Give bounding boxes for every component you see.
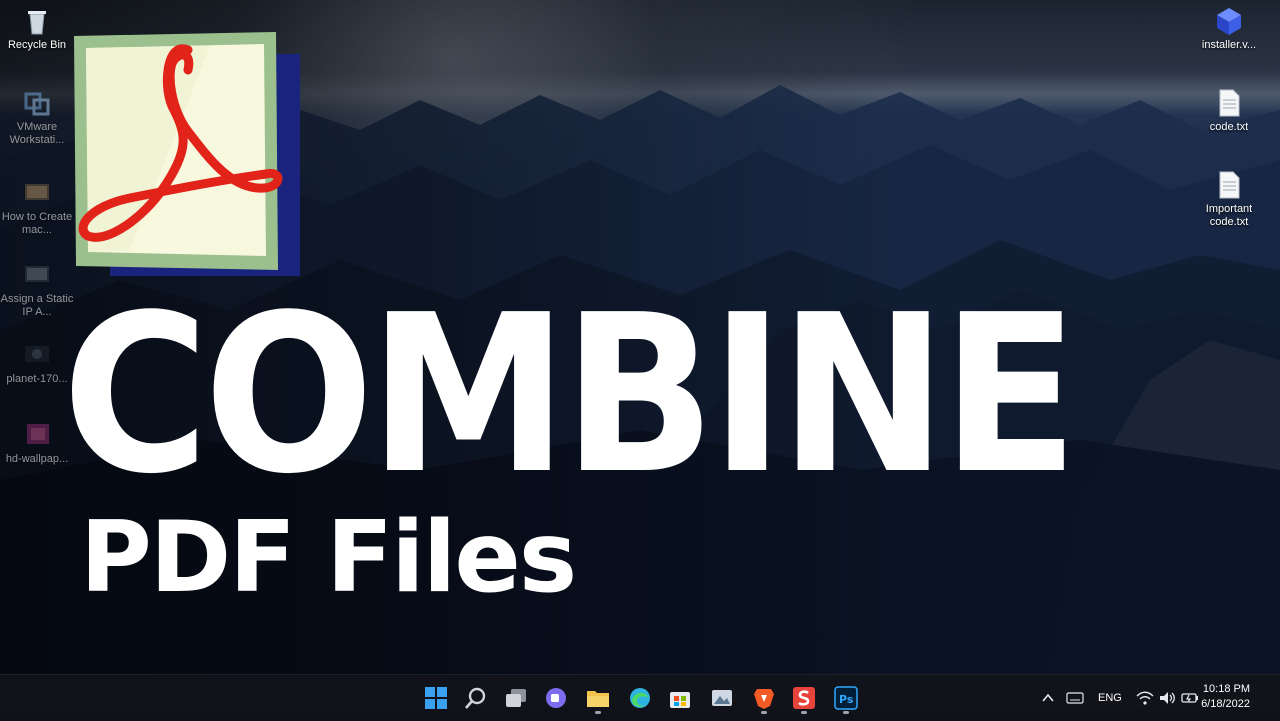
headline-title: COMBINE (62, 269, 1078, 522)
search-button[interactable] (458, 680, 494, 716)
volume-icon[interactable] (1158, 690, 1176, 706)
edge-button[interactable] (622, 680, 658, 716)
photoshop-button[interactable]: Ps (828, 680, 864, 716)
edge-browser-icon (630, 688, 650, 708)
running-indicator (761, 711, 767, 714)
desktop-icon-installer[interactable]: installer.v... (1192, 6, 1266, 52)
video-file-icon (25, 184, 49, 200)
chat-button[interactable] (538, 680, 574, 716)
start-button[interactable] (418, 680, 454, 716)
recycle-bin-label: Recycle Bin (7, 39, 67, 51)
task-view-icon (506, 689, 526, 707)
image-file-icon (27, 424, 49, 444)
clock[interactable]: 10:18 PM 6/18/2022 (1201, 682, 1250, 712)
smallpdf-button[interactable] (786, 680, 822, 716)
windows-start-icon (425, 687, 447, 709)
brave-browser-icon (754, 689, 774, 709)
video-file-icon (25, 266, 49, 282)
photoshop-icon: Ps (834, 686, 858, 710)
file-explorer-button[interactable] (580, 680, 616, 716)
code-txt-label: code.txt (1209, 121, 1249, 133)
wifi-icon[interactable] (1136, 690, 1154, 706)
chevron-up-icon[interactable] (1040, 690, 1056, 706)
desktop-icon-recycle-bin[interactable]: Recycle Bin (0, 6, 74, 52)
svg-text:Ps: Ps (839, 693, 854, 706)
task-view-button[interactable] (498, 680, 534, 716)
search-icon (465, 687, 486, 709)
store-icon (670, 692, 690, 708)
photos-button[interactable] (704, 680, 740, 716)
vmware-icon (24, 92, 50, 116)
desktop-icon-important-code[interactable]: Important code.txt (1192, 170, 1266, 229)
running-indicator (801, 711, 807, 714)
installer-icon (1217, 8, 1241, 35)
planet-label: planet-170... (6, 373, 68, 385)
recycle-bin-icon (28, 11, 46, 35)
photos-icon (712, 690, 732, 706)
battery-icon[interactable] (1180, 690, 1200, 706)
desktop-icon-how-to-create[interactable]: How to Create mac... (0, 178, 74, 237)
running-indicator (595, 711, 601, 714)
keyboard-icon[interactable] (1066, 690, 1084, 706)
clock-date: 6/18/2022 (1201, 698, 1250, 710)
installer-label: installer.v... (1201, 39, 1257, 51)
desktop-icon-code-txt[interactable]: code.txt (1192, 88, 1266, 134)
smallpdf-icon (793, 687, 815, 709)
important-code-label: Important code.txt (1205, 203, 1253, 228)
folder-icon (587, 691, 609, 707)
clock-time: 10:18 PM (1202, 683, 1250, 695)
desktop-icon-vmware[interactable]: VMware Workstati... (0, 88, 74, 147)
running-indicator (843, 711, 849, 714)
image-file-icon (25, 346, 49, 362)
brave-button[interactable] (746, 680, 782, 716)
vmware-label: VMware Workstati... (9, 121, 65, 146)
taskbar: Ps ENG 10:18 PM 6/18/2022 (0, 674, 1280, 721)
language-indicator[interactable]: ENG (1098, 675, 1122, 721)
teams-chat-icon (546, 688, 566, 708)
headline-subtitle: PDF Files (80, 501, 577, 615)
store-button[interactable] (662, 680, 698, 716)
pdf-document-icon (74, 32, 300, 276)
text-file-icon (1219, 171, 1240, 199)
how-to-create-label: How to Create mac... (1, 211, 73, 236)
hd-wallpaper-label: hd-wallpap... (5, 453, 69, 465)
text-file-icon (1219, 89, 1240, 117)
